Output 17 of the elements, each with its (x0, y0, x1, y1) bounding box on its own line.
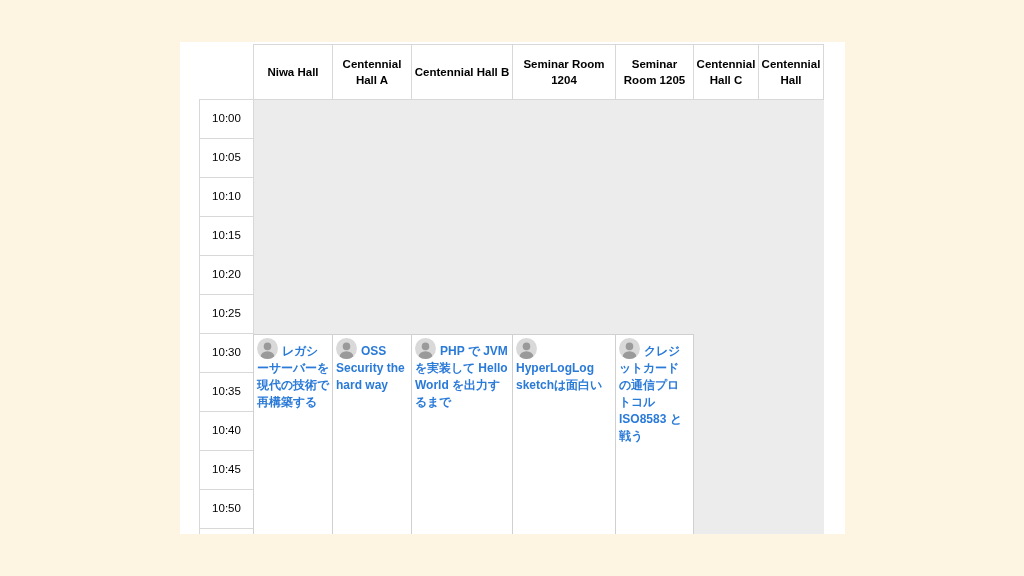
time-cell: 10:20 (199, 255, 254, 295)
avatar-icon (619, 338, 640, 359)
avatar-icon (516, 338, 537, 359)
time-cell: 10:05 (199, 138, 254, 178)
time-cell: 10:10 (199, 177, 254, 217)
time-cell: 10:00 (199, 99, 254, 139)
session-title: クレジットカードの通信プロトコル ISO8583 と戦う (619, 338, 690, 445)
session-title: HyperLogLog sketchは面白い (516, 338, 612, 394)
avatar-icon (336, 338, 357, 359)
avatar-icon (257, 338, 278, 359)
room-header: Centennial Hall (758, 44, 824, 100)
session-title: レガシーサーバーを現代の技術で再構築する (257, 338, 329, 411)
session-title: OSS Security the hard way (336, 338, 408, 394)
session-title: PHP で JVM を実装して Hello World を出力するまで (415, 338, 509, 411)
time-cell: 10:25 (199, 294, 254, 334)
avatar-icon (415, 338, 436, 359)
time-cell: 10:15 (199, 216, 254, 256)
